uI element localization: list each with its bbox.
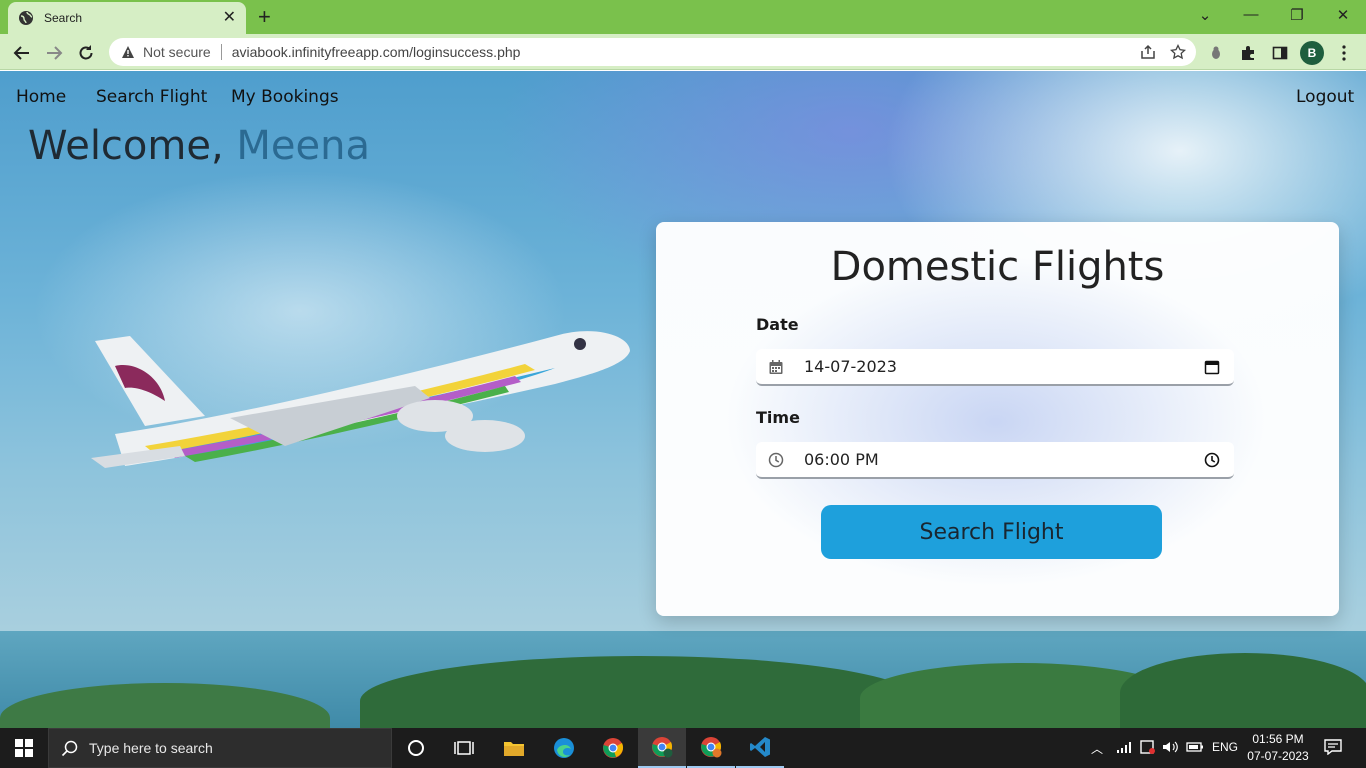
side-panel-icon[interactable] <box>1269 42 1291 64</box>
extension-bug-icon[interactable] <box>1205 42 1227 64</box>
date-label: Date <box>756 315 799 334</box>
extensions-puzzle-icon[interactable] <box>1237 42 1259 64</box>
clock-icon <box>768 452 784 467</box>
search-flight-button[interactable]: Search Flight <box>821 505 1162 559</box>
clock-date: 07-07-2023 <box>1247 749 1309 763</box>
forward-icon[interactable] <box>43 42 65 64</box>
address-bar[interactable]: Not secure aviabook.infinityfreeapp.com/… <box>109 38 1196 66</box>
url-text[interactable]: aviabook.infinityfreeapp.com/loginsucces… <box>232 44 521 60</box>
network-icon[interactable] <box>1116 740 1132 757</box>
taskbar-search-placeholder: Type here to search <box>89 740 213 756</box>
time-value: 06:00 PM <box>804 450 879 469</box>
chrome-profile-b-icon[interactable] <box>638 728 686 768</box>
volume-icon[interactable] <box>1162 740 1178 757</box>
globe-icon <box>19 11 33 25</box>
meet-now-icon[interactable] <box>1140 740 1156 757</box>
back-icon[interactable] <box>11 42 33 64</box>
restore-icon[interactable]: ❐ <box>1287 6 1307 24</box>
close-tab-icon[interactable]: ✕ <box>223 10 236 26</box>
battery-icon[interactable] <box>1186 740 1204 757</box>
taskbar-search[interactable]: Type here to search <box>48 728 392 768</box>
nav-logout[interactable]: Logout <box>1296 87 1354 107</box>
tab-strip: Search ✕ + ⌄ — ❐ ✕ <box>0 0 1366 34</box>
tab-search-icon[interactable]: ⌄ <box>1195 6 1215 24</box>
search-form-card: Domestic Flights Date 14-07-2023 Time 06… <box>656 222 1339 616</box>
nav-home[interactable]: Home <box>16 87 66 107</box>
task-view-icon[interactable] <box>440 728 488 768</box>
tab-title: Search <box>44 11 83 25</box>
page-background: Home Search Flight My Bookings Logout We… <box>0 71 1366 728</box>
chrome-profile-m-icon[interactable] <box>687 728 735 768</box>
chrome-icon[interactable] <box>589 728 637 768</box>
warning-icon <box>122 46 134 58</box>
reload-icon[interactable] <box>75 42 97 64</box>
share-icon[interactable] <box>1140 44 1156 60</box>
nav-my-bookings[interactable]: My Bookings <box>231 87 339 107</box>
show-hidden-icons-icon[interactable]: ︿ <box>1091 740 1103 757</box>
bookmark-star-icon[interactable] <box>1170 44 1186 60</box>
cortana-icon[interactable] <box>392 728 440 768</box>
nav-search-flight[interactable]: Search Flight <box>96 87 207 107</box>
menu-dots-icon[interactable] <box>1333 42 1355 64</box>
time-picker-icon[interactable] <box>1204 452 1220 468</box>
file-explorer-icon[interactable] <box>490 728 538 768</box>
airplane-image <box>91 331 630 468</box>
close-window-icon[interactable]: ✕ <box>1333 6 1353 24</box>
browser-toolbar: Not secure aviabook.infinityfreeapp.com/… <box>0 34 1366 70</box>
vscode-icon[interactable] <box>736 728 784 768</box>
date-input[interactable]: 14-07-2023 <box>756 349 1234 386</box>
edge-browser-icon[interactable] <box>540 728 588 768</box>
search-icon <box>61 740 78 757</box>
clock-time: 01:56 PM <box>1252 732 1304 746</box>
notifications-icon[interactable] <box>1324 739 1342 758</box>
time-input[interactable]: 06:00 PM <box>756 442 1234 479</box>
taskbar: Type here to search ︿ ENG 01:56 PM 07-07… <box>0 728 1366 768</box>
date-value: 14-07-2023 <box>804 357 897 376</box>
minimize-icon[interactable]: — <box>1241 6 1261 23</box>
form-title: Domestic Flights <box>830 244 1165 290</box>
welcome-user-name: Meena <box>236 123 370 169</box>
windows-start-icon[interactable] <box>0 728 48 768</box>
welcome-heading: Welcome, Meena <box>28 123 370 169</box>
calendar-icon <box>769 359 783 374</box>
welcome-greeting: Welcome, <box>28 123 224 169</box>
calendar-picker-icon[interactable] <box>1204 359 1220 375</box>
system-clock[interactable]: 01:56 PM 07-07-2023 <box>1246 731 1310 765</box>
island <box>1120 653 1366 728</box>
address-separator <box>220 44 222 60</box>
security-label: Not secure <box>143 44 211 60</box>
new-tab-icon[interactable]: + <box>258 6 271 28</box>
browser-tab[interactable]: Search ✕ <box>8 2 246 34</box>
time-label: Time <box>756 408 800 427</box>
profile-avatar[interactable]: B <box>1300 41 1324 65</box>
language-indicator[interactable]: ENG <box>1212 740 1238 754</box>
